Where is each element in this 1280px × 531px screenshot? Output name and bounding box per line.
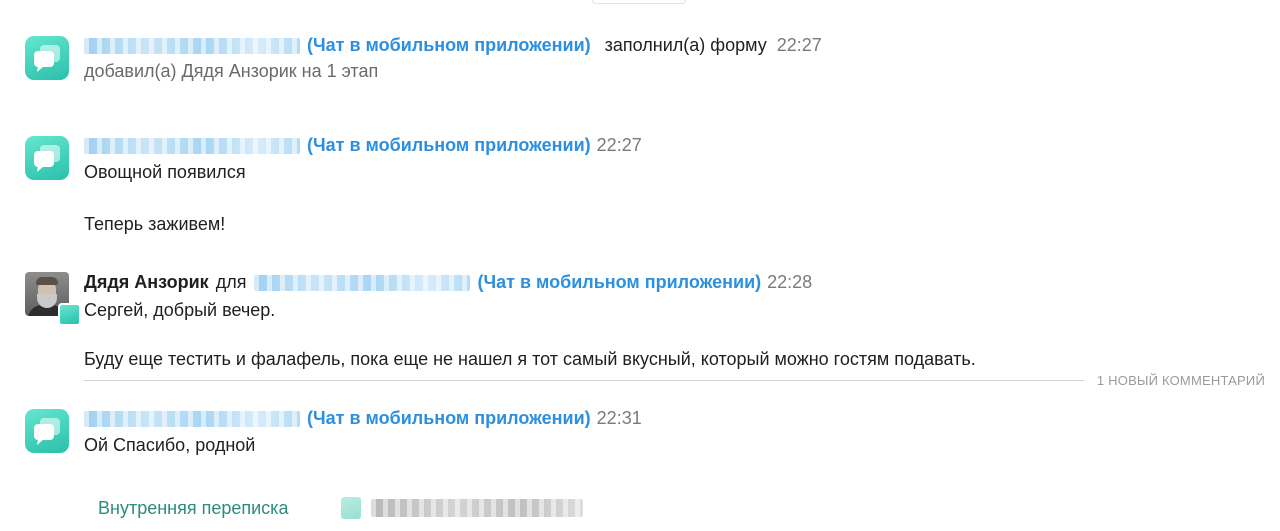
new-comments-divider [84, 380, 1084, 381]
entry-subline: добавил(а) Дядя Анзорик на 1 этап [84, 61, 379, 81]
message-line: Овощной появился [84, 162, 246, 182]
top-tab-handle[interactable] [592, 0, 686, 4]
recipient-icon [341, 497, 361, 519]
client-name-blurred[interactable] [84, 138, 300, 155]
entry-time: 22:31 [596, 408, 642, 428]
message-line: Ой Спасибо, родной [84, 435, 256, 455]
entry-time: 22:27 [596, 135, 642, 155]
channel-link[interactable]: (Чат в мобильном приложении) [307, 35, 591, 55]
client-name-blurred[interactable] [84, 411, 300, 428]
entry-header: (Чат в мобильном приложении) 22:27 [84, 134, 642, 156]
author-name[interactable]: Дядя Анзорик [84, 272, 209, 292]
entry-action: заполнил(а) форму [604, 35, 767, 55]
chat-bubble-icon [25, 409, 69, 453]
client-name-blurred[interactable] [254, 275, 471, 292]
message-line: Теперь заживем! [84, 214, 226, 234]
chat-bubble-icon [58, 303, 81, 326]
entry-header: (Чат в мобильном приложении) 22:31 [84, 407, 642, 429]
client-name-blurred[interactable] [84, 38, 300, 55]
channel-link[interactable]: (Чат в мобильном приложении) [307, 408, 591, 428]
message-line: Буду еще тестить и фалафель, пока еще не… [84, 349, 976, 369]
channel-link[interactable]: (Чат в мобильном приложении) [477, 272, 761, 292]
entry-header: Дядя Анзорик для (Чат в мобильном приложен… [84, 271, 812, 293]
entry-time: 22:28 [767, 272, 813, 292]
new-comments-label: 1 НОВЫЙ КОММЕНТАРИЙ [1096, 373, 1265, 388]
message-line: Сергей, добрый вечер. [84, 300, 276, 320]
entry-header: (Чат в мобильном приложении) заполнил(а) … [84, 34, 822, 56]
internal-correspondence-link[interactable]: Внутренняя переписка [98, 497, 288, 519]
entry-time: 22:27 [776, 35, 822, 55]
channel-link[interactable]: (Чат в мобильном приложении) [307, 135, 591, 155]
chat-bubble-icon [25, 36, 69, 80]
chat-bubble-icon [25, 136, 69, 180]
recipient-name-blurred[interactable] [371, 499, 583, 517]
for-word: для [215, 272, 247, 292]
